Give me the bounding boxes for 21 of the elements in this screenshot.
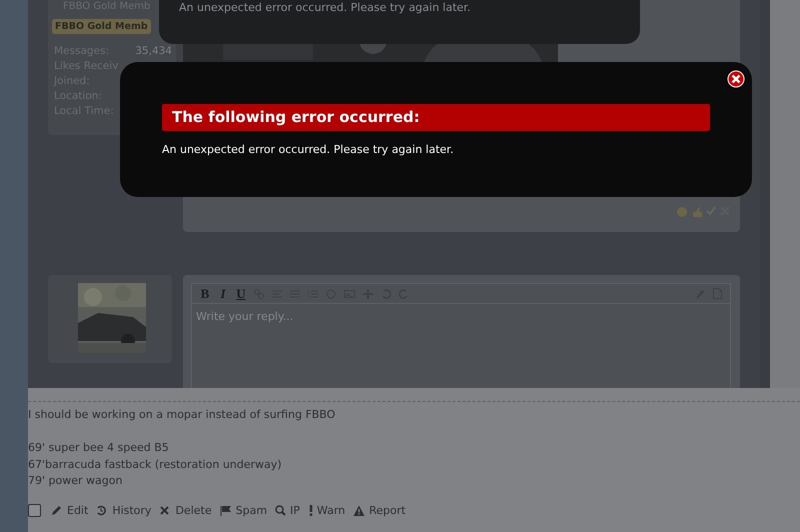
error-title: The following error occurred: [162, 104, 710, 131]
signature-line: I should be working on a mopar instead of surfing FBBO [28, 407, 336, 423]
spam-link[interactable]: Spam [220, 504, 268, 516]
ip-link[interactable]: IP [275, 504, 300, 516]
delete-link[interactable]: Delete [159, 504, 212, 516]
signature-line: 67'barracuda fastback (restoration underway) [28, 456, 283, 472]
rank-banner: FBBO Gold Memb [52, 19, 151, 34]
history-link[interactable]: History [96, 504, 152, 516]
thumbs-up-icon[interactable] [692, 206, 702, 218]
reply-input[interactable]: Write your reply... [196, 310, 716, 323]
error-message: An unexpected error occurred. Please try again later. [162, 143, 455, 156]
exclamation-icon [308, 504, 313, 516]
edit-link[interactable]: Edit [51, 504, 88, 516]
report-link[interactable]: Report [353, 504, 406, 516]
search-icon [275, 504, 286, 516]
signature-line: 79' power wagon [28, 473, 124, 489]
signature-line: 69' super bee 4 speed B5 [28, 440, 170, 456]
error-message: An unexpected error occurred. Please try again later. [179, 1, 472, 14]
warn-link[interactable]: Warn [308, 504, 346, 516]
history-icon [96, 504, 108, 516]
checkbox[interactable] [28, 504, 41, 516]
